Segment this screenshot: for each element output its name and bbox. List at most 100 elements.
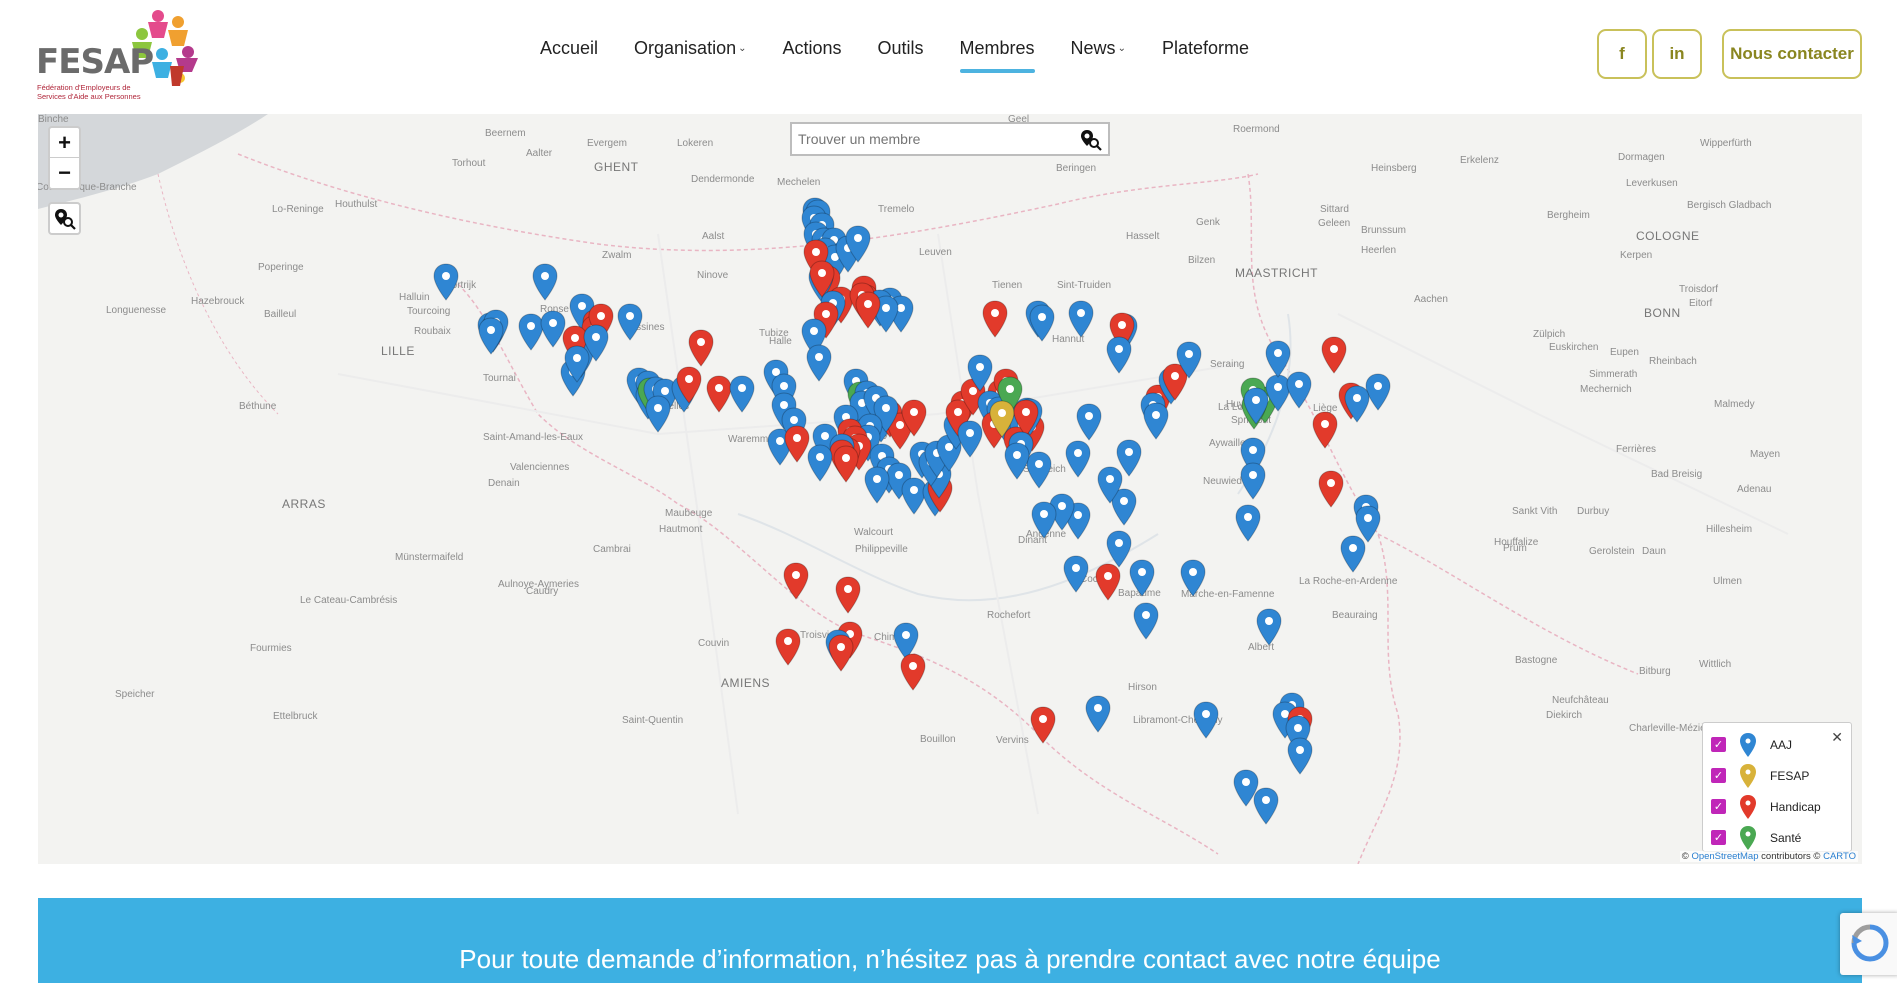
- close-icon[interactable]: ✕: [1831, 729, 1843, 746]
- member-marker[interactable]: [540, 310, 566, 348]
- nav-label: Plateforme: [1161, 38, 1249, 58]
- nav-plateforme[interactable]: Plateforme: [1162, 38, 1249, 74]
- facebook-icon: f: [1619, 44, 1625, 63]
- pin-search-icon[interactable]: [1080, 129, 1102, 151]
- member-marker[interactable]: [1133, 602, 1159, 640]
- member-marker[interactable]: [855, 291, 881, 329]
- member-marker[interactable]: [1253, 787, 1279, 825]
- legend-row-fesap[interactable]: ✓ FESAP: [1711, 760, 1851, 791]
- member-marker[interactable]: [1143, 402, 1169, 440]
- member-marker[interactable]: [775, 628, 801, 666]
- member-search-input[interactable]: [792, 124, 1062, 154]
- member-marker[interactable]: [784, 425, 810, 463]
- nav-organisation[interactable]: Organisation ⌄: [634, 38, 746, 74]
- member-marker[interactable]: [729, 375, 755, 413]
- map-attribution: © OpenStreetMap contributors © CARTO: [1679, 851, 1858, 862]
- member-marker[interactable]: [1129, 559, 1155, 597]
- legend-row-handicap[interactable]: ✓ Handicap: [1711, 791, 1851, 822]
- member-marker[interactable]: [1085, 695, 1111, 733]
- nav-label: Accueil: [540, 38, 599, 58]
- legend-label: Santé: [1770, 830, 1802, 845]
- member-marker[interactable]: [706, 375, 732, 413]
- legend-row-sante[interactable]: ✓ Santé: [1711, 822, 1851, 853]
- zoom-out-button[interactable]: −: [50, 158, 79, 188]
- member-marker[interactable]: [1235, 504, 1261, 542]
- nav-label: Outils: [877, 38, 924, 58]
- attribution-mid: contributors ©: [1758, 851, 1824, 862]
- osm-link[interactable]: OpenStreetMap: [1691, 851, 1758, 862]
- member-marker[interactable]: [900, 653, 926, 691]
- member-marker[interactable]: [1286, 371, 1312, 409]
- member-marker[interactable]: [478, 317, 504, 355]
- member-marker[interactable]: [864, 466, 890, 504]
- member-marker[interactable]: [828, 634, 854, 672]
- checkbox-fesap[interactable]: ✓: [1711, 768, 1726, 783]
- checkbox-aaj[interactable]: ✓: [1711, 737, 1726, 752]
- member-marker[interactable]: [1287, 737, 1313, 775]
- nav-outils[interactable]: Outils: [878, 38, 924, 74]
- member-marker[interactable]: [1321, 336, 1347, 374]
- member-search: [790, 122, 1110, 156]
- contact-button[interactable]: Nous contacter: [1722, 29, 1862, 79]
- member-marker[interactable]: [807, 444, 833, 482]
- nav-membres[interactable]: Membres: [959, 38, 1035, 74]
- member-marker[interactable]: [1193, 701, 1219, 739]
- member-marker[interactable]: [833, 445, 859, 483]
- member-marker[interactable]: [1065, 440, 1091, 478]
- member-marker[interactable]: [1076, 403, 1102, 441]
- nav-accueil[interactable]: Accueil: [540, 38, 598, 74]
- nav-news[interactable]: News ⌄: [1071, 38, 1126, 74]
- legend-row-aaj[interactable]: ✓ AAJ: [1711, 729, 1851, 760]
- members-map[interactable]: Beernem Torhout Aalter Evergem Lokeren GHENT D…: [38, 114, 1862, 864]
- member-marker[interactable]: [806, 344, 832, 382]
- member-marker[interactable]: [1106, 530, 1132, 568]
- member-marker[interactable]: [1095, 563, 1121, 601]
- member-marker[interactable]: [1063, 555, 1089, 593]
- member-marker[interactable]: [1004, 442, 1030, 480]
- recaptcha-badge[interactable]: [1840, 913, 1897, 975]
- member-marker[interactable]: [645, 395, 671, 433]
- member-marker[interactable]: [1031, 501, 1057, 539]
- carto-link[interactable]: CARTO: [1823, 851, 1856, 862]
- member-marker[interactable]: [1355, 505, 1381, 543]
- member-marker[interactable]: [1240, 462, 1266, 500]
- member-marker[interactable]: [957, 420, 983, 458]
- contact-band-text: Pour toute demande d’information, n’hési…: [459, 944, 1441, 974]
- member-marker[interactable]: [835, 576, 861, 614]
- member-marker[interactable]: [1029, 304, 1055, 342]
- recaptcha-icon: [1851, 924, 1889, 962]
- member-marker[interactable]: [1340, 535, 1366, 573]
- member-marker[interactable]: [617, 303, 643, 341]
- member-marker[interactable]: [1106, 336, 1132, 374]
- map-legend: ✕ ✓ AAJ ✓ FESAP ✓ Handicap ✓ Santé: [1702, 722, 1852, 852]
- member-marker[interactable]: [1116, 439, 1142, 477]
- attribution-prefix: ©: [1681, 851, 1692, 862]
- member-marker[interactable]: [1026, 451, 1052, 489]
- member-marker[interactable]: [1312, 411, 1338, 449]
- fesap-logo[interactable]: FESAP Fédération d'Employeurs de Service…: [36, 8, 198, 102]
- checkbox-handicap[interactable]: ✓: [1711, 799, 1726, 814]
- nav-label: Membres: [959, 38, 1035, 58]
- member-marker[interactable]: [1030, 706, 1056, 744]
- member-marker[interactable]: [783, 562, 809, 600]
- zoom-in-button[interactable]: +: [50, 128, 79, 158]
- member-marker[interactable]: [1318, 470, 1344, 508]
- member-marker[interactable]: [1256, 608, 1282, 646]
- member-marker[interactable]: [532, 263, 558, 301]
- linkedin-button[interactable]: in: [1652, 29, 1702, 79]
- checkbox-sante[interactable]: ✓: [1711, 830, 1726, 845]
- nav-actions[interactable]: Actions: [782, 38, 841, 74]
- map-search-toggle[interactable]: [48, 202, 81, 235]
- member-marker[interactable]: [982, 300, 1008, 338]
- member-marker[interactable]: [433, 263, 459, 301]
- member-marker[interactable]: [901, 477, 927, 515]
- logo-subtitle-line2: Services d'Aide aux Personnes: [37, 91, 141, 101]
- member-marker[interactable]: [1265, 340, 1291, 378]
- member-marker[interactable]: [1365, 373, 1391, 411]
- marker-pin-icon: [1740, 763, 1756, 788]
- member-marker[interactable]: [518, 313, 544, 351]
- member-marker[interactable]: [1068, 300, 1094, 338]
- facebook-button[interactable]: f: [1597, 29, 1647, 79]
- member-marker[interactable]: [688, 329, 714, 367]
- member-marker[interactable]: [1180, 559, 1206, 597]
